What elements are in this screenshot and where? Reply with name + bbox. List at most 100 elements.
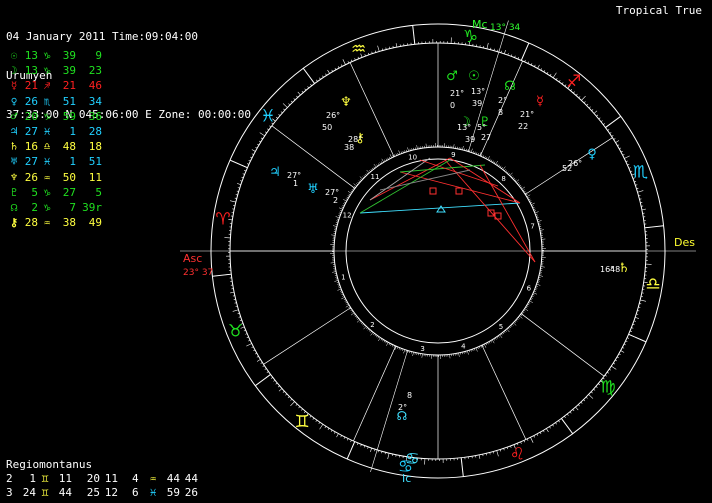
wheel-planet-icon: ☊	[504, 79, 516, 94]
degree-tick	[596, 114, 599, 117]
wheel-planet-minute: 48	[610, 265, 620, 274]
inner-degree-tick	[517, 182, 519, 184]
inner-degree-tick	[508, 172, 510, 175]
degree-tick	[478, 454, 481, 459]
degree-tick	[590, 391, 593, 394]
degree-tick	[583, 101, 586, 104]
inner-degree-tick	[515, 319, 518, 322]
inner-degree-tick	[462, 145, 464, 150]
degree-tick	[635, 317, 640, 319]
degree-tick	[232, 309, 239, 312]
inner-degree-tick	[531, 202, 535, 205]
degree-tick	[275, 382, 278, 385]
inner-degree-tick	[540, 266, 545, 268]
degree-tick	[595, 386, 598, 388]
sign-division	[628, 333, 647, 343]
degree-tick	[295, 403, 298, 406]
degree-tick	[301, 408, 303, 411]
inner-degree-tick	[507, 327, 510, 330]
inner-degree-tick	[332, 225, 337, 227]
inner-degree-tick	[362, 323, 364, 326]
degree-tick	[278, 114, 281, 116]
degree-tick	[342, 59, 346, 65]
inner-degree-tick	[354, 315, 357, 318]
inner-degree-tick	[350, 309, 353, 312]
inner-degree-tick	[493, 161, 496, 164]
degree-tick	[322, 75, 324, 78]
degree-tick	[593, 388, 596, 391]
degree-tick	[309, 415, 312, 418]
sign-division	[644, 225, 664, 229]
inner-degree-tick	[339, 290, 342, 292]
inner-degree-tick	[523, 190, 526, 193]
inner-degree-tick	[502, 166, 506, 170]
degree-tick	[336, 433, 339, 438]
degree-tick	[298, 406, 301, 409]
ic-sign-icon: ♋	[405, 449, 419, 468]
zodiac-sign-icon: ♎	[645, 275, 660, 295]
inner-degree-tick	[506, 171, 509, 174]
sign-division	[605, 115, 622, 128]
degree-tick	[566, 413, 569, 416]
inner-degree-tick	[380, 161, 383, 164]
inner-degree-tick	[366, 327, 368, 330]
sign-division	[561, 418, 574, 435]
inner-degree-tick	[518, 183, 521, 186]
inner-degree-tick	[358, 180, 361, 183]
chart-wheel: ♒♑♐♏♎♍♌♋♊♉♈♓123 456789101112Asc23° 37DesM…	[180, 18, 696, 485]
degree-tick	[581, 95, 586, 101]
degree-tick	[572, 409, 575, 412]
inner-degree-tick	[397, 346, 399, 349]
wheel-planet-minute: 39	[465, 135, 475, 144]
degree-tick	[549, 426, 551, 429]
node-icon: ☊	[397, 409, 408, 423]
degree-tick	[575, 93, 578, 96]
degree-tick	[324, 426, 327, 429]
degree-tick	[504, 49, 506, 54]
degree-tick	[262, 365, 265, 367]
inner-degree-tick	[351, 311, 354, 313]
zodiac-sign-icon: ♏	[633, 163, 648, 183]
inner-degree-tick	[495, 160, 498, 165]
degree-tick	[580, 401, 583, 404]
des-label: Des	[674, 236, 695, 249]
inner-degree-tick	[369, 170, 371, 172]
inner-degree-tick	[363, 175, 366, 177]
square-aspect-icon	[455, 187, 463, 195]
inner-degree-tick	[367, 328, 370, 331]
inner-degree-tick	[407, 147, 409, 152]
zodiac-sign-icon: ♉	[228, 321, 243, 341]
degree-tick	[619, 147, 622, 150]
degree-tick	[630, 170, 633, 173]
inner-degree-tick	[389, 154, 392, 158]
inner-degree-tick	[496, 336, 499, 339]
inner-degree-tick	[381, 158, 385, 163]
degree-tick	[622, 154, 625, 156]
wheel-planet-icon: ♃	[269, 165, 281, 180]
inner-degree-tick	[484, 344, 487, 348]
degree-tick	[251, 149, 256, 152]
degree-tick	[260, 362, 263, 364]
degree-tick	[267, 128, 270, 131]
inner-degree-tick	[371, 167, 374, 170]
inner-degree-tick	[348, 306, 351, 309]
inner-degree-tick	[350, 312, 355, 316]
inner-degree-tick	[397, 152, 399, 155]
degree-tick	[290, 100, 293, 103]
inner-degree-tick	[377, 163, 380, 166]
inner-degree-tick	[376, 164, 378, 167]
degree-tick	[315, 419, 318, 422]
inner-degree-tick	[347, 191, 352, 194]
inner-degree-tick	[403, 349, 406, 354]
inner-degree-tick	[357, 318, 359, 320]
inner-degree-tick	[332, 271, 337, 273]
wheel-planet-minute: 50	[322, 123, 332, 132]
inner-degree-tick	[356, 319, 361, 323]
degree-tick	[246, 163, 250, 165]
degree-tick	[319, 424, 324, 430]
inner-degree-tick	[514, 179, 517, 182]
aspect-line	[359, 159, 451, 214]
inner-degree-tick	[510, 325, 513, 327]
degree-tick	[586, 103, 589, 106]
degree-tick	[629, 330, 632, 332]
